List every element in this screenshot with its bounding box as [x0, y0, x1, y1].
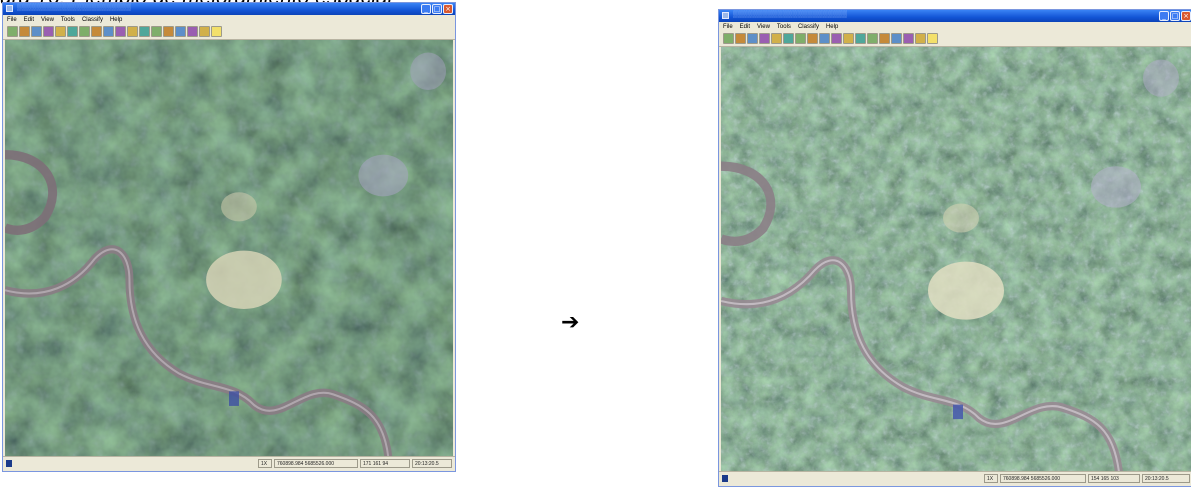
- satellite-image: [721, 47, 1191, 472]
- toolbar-tool-5-icon[interactable]: [771, 33, 782, 44]
- toolbar-tool-2-icon[interactable]: [735, 33, 746, 44]
- toolbar-tool-14-icon[interactable]: [163, 26, 174, 37]
- close-button[interactable]: ×: [1181, 11, 1191, 21]
- satellite-image-canvas[interactable]: [5, 40, 453, 457]
- toolbar-tool-3-icon[interactable]: [747, 33, 758, 44]
- status-bar: 1X 760898.984 5685526.000 171 161 94 20:…: [3, 456, 455, 471]
- toolbar-tool-12-icon[interactable]: [139, 26, 150, 37]
- toolbar-tool-15-icon[interactable]: [891, 33, 902, 44]
- toolbar-tool-9-icon[interactable]: [819, 33, 830, 44]
- toolbar-tool-10-icon[interactable]: [831, 33, 842, 44]
- status-icon: [722, 475, 728, 482]
- image-viewer-window-after: ▒▒▒▒▒▒▒▒▒▒▒▒▒▒▒▒▒▒▒▒▒▒▒ _ □ × File Edit …: [718, 9, 1191, 487]
- satellite-image-canvas[interactable]: [721, 47, 1191, 472]
- menu-file[interactable]: File: [723, 22, 733, 32]
- toolbar-tool-14-icon[interactable]: [879, 33, 890, 44]
- maximize-button[interactable]: □: [1170, 11, 1180, 21]
- menu-view[interactable]: View: [757, 22, 770, 32]
- menu-bar: File Edit View Tools Classify Help: [719, 22, 1191, 32]
- toolbar-tool-6-icon[interactable]: [67, 26, 78, 37]
- toolbar-tool-3-icon[interactable]: [31, 26, 42, 37]
- toolbar-tool-10-icon[interactable]: [115, 26, 126, 37]
- toolbar-tool-5-icon[interactable]: [55, 26, 66, 37]
- toolbar-tool-1-icon[interactable]: [7, 26, 18, 37]
- menu-edit[interactable]: Edit: [740, 22, 750, 32]
- status-extra: 20:13:20.5: [1142, 474, 1190, 483]
- menu-classify[interactable]: Classify: [798, 22, 819, 32]
- toolbar-tool-4-icon[interactable]: [43, 26, 54, 37]
- toolbar-tool-7-icon[interactable]: [79, 26, 90, 37]
- toolbar-tool-16-icon[interactable]: [187, 26, 198, 37]
- status-zoom: 1X: [984, 474, 998, 483]
- toolbar-tool-9-icon[interactable]: [103, 26, 114, 37]
- menu-edit[interactable]: Edit: [24, 15, 34, 25]
- toolbar-tool-8-icon[interactable]: [91, 26, 102, 37]
- toolbar-tool-13-icon[interactable]: [151, 26, 162, 37]
- toolbar: [719, 32, 1191, 47]
- window-controls: _ □ ×: [421, 4, 453, 14]
- menu-classify[interactable]: Classify: [82, 15, 103, 25]
- toolbar-tool-4-icon[interactable]: [759, 33, 770, 44]
- toolbar-tool-11-icon[interactable]: [843, 33, 854, 44]
- window-controls: _ □ ×: [1159, 11, 1191, 21]
- maximize-button[interactable]: □: [432, 4, 442, 14]
- window-title-blurred: ▒▒▒▒▒▒▒▒▒▒▒▒▒▒▒▒▒▒▒▒▒▒▒: [733, 11, 848, 18]
- status-icon: [6, 460, 12, 467]
- status-zoom: 1X: [258, 459, 272, 468]
- minimize-button[interactable]: _: [1159, 11, 1169, 21]
- toolbar-tool-1-icon[interactable]: [723, 33, 734, 44]
- menu-tools[interactable]: Tools: [61, 15, 75, 25]
- toolbar-tool-18-icon[interactable]: [211, 26, 222, 37]
- satellite-image: [5, 40, 453, 457]
- menu-help[interactable]: Help: [110, 15, 122, 25]
- status-bar: 1X 760898.984 5685526.000 154 165 103 20…: [719, 471, 1191, 486]
- menu-tools[interactable]: Tools: [777, 22, 791, 32]
- title-bar[interactable]: ▒▒▒▒▒▒▒▒▒▒▒▒▒▒▒▒▒▒▒▒▒▒▒ _ □ ×: [719, 10, 1191, 22]
- status-coordinates: 760898.984 5685526.000: [274, 459, 358, 468]
- toolbar-tool-8-icon[interactable]: [807, 33, 818, 44]
- window-title-blurred: ▒▒▒▒▒▒▒▒▒▒▒▒▒▒▒▒▒▒▒▒▒▒▒: [17, 4, 132, 11]
- status-pixel-values: 154 165 103: [1088, 474, 1140, 483]
- toolbar-tool-12-icon[interactable]: [855, 33, 866, 44]
- toolbar-tool-15-icon[interactable]: [175, 26, 186, 37]
- app-icon: [722, 12, 729, 19]
- toolbar: [3, 25, 455, 40]
- menu-bar: File Edit View Tools Classify Help: [3, 15, 455, 25]
- arrow-right-icon: ➔: [561, 310, 580, 335]
- title-bar[interactable]: ▒▒▒▒▒▒▒▒▒▒▒▒▒▒▒▒▒▒▒▒▒▒▒ _ □ ×: [3, 3, 455, 15]
- status-pixel-values: 171 161 94: [360, 459, 410, 468]
- toolbar-tool-11-icon[interactable]: [127, 26, 138, 37]
- menu-file[interactable]: File: [7, 15, 17, 25]
- toolbar-tool-7-icon[interactable]: [795, 33, 806, 44]
- image-viewer-window-before: ▒▒▒▒▒▒▒▒▒▒▒▒▒▒▒▒▒▒▒▒▒▒▒ _ □ × File Edit …: [2, 2, 456, 472]
- toolbar-tool-18-icon[interactable]: [927, 33, 938, 44]
- toolbar-tool-16-icon[interactable]: [903, 33, 914, 44]
- status-extra: 20:13:20.5: [412, 459, 452, 468]
- menu-view[interactable]: View: [41, 15, 54, 25]
- app-icon: [6, 5, 13, 12]
- toolbar-tool-2-icon[interactable]: [19, 26, 30, 37]
- status-coordinates: 760898.984 5685526.000: [1000, 474, 1086, 483]
- toolbar-tool-6-icon[interactable]: [783, 33, 794, 44]
- menu-help[interactable]: Help: [826, 22, 838, 32]
- toolbar-tool-17-icon[interactable]: [915, 33, 926, 44]
- minimize-button[interactable]: _: [421, 4, 431, 14]
- toolbar-tool-13-icon[interactable]: [867, 33, 878, 44]
- toolbar-tool-17-icon[interactable]: [199, 26, 210, 37]
- close-button[interactable]: ×: [443, 4, 453, 14]
